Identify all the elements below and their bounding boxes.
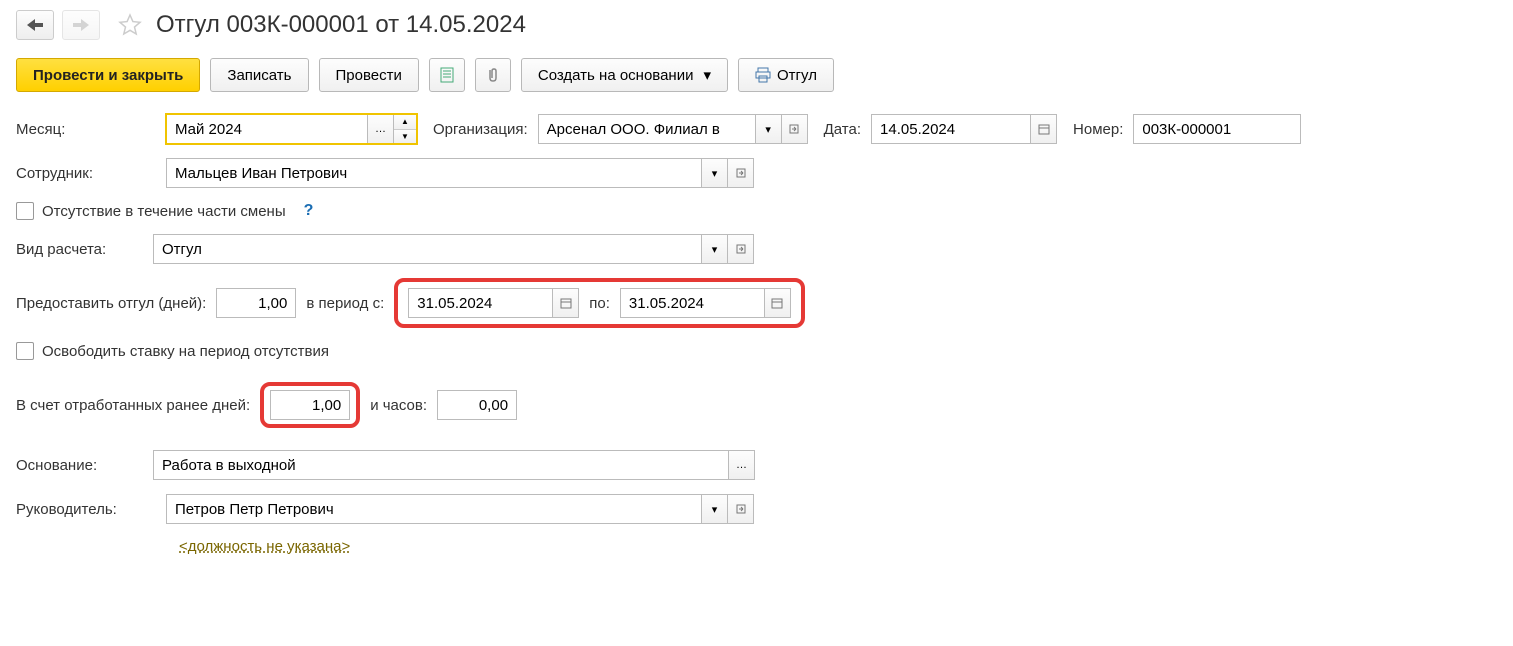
month-up-button[interactable]: ▲	[394, 115, 416, 129]
month-input[interactable]	[166, 114, 368, 144]
paperclip-icon	[485, 67, 501, 83]
open-icon	[789, 124, 799, 134]
period-to-input[interactable]	[620, 288, 765, 318]
post-and-close-button[interactable]: Провести и закрыть	[16, 58, 200, 92]
open-icon	[736, 168, 746, 178]
save-button[interactable]: Записать	[210, 58, 308, 92]
calc-type-dropdown-button[interactable]: ▾	[702, 234, 728, 264]
manager-open-button[interactable]	[728, 494, 754, 524]
movements-button[interactable]	[429, 58, 465, 92]
calendar-icon	[771, 297, 783, 309]
partial-shift-checkbox[interactable]	[16, 202, 34, 220]
basis-input[interactable]	[153, 450, 729, 480]
partial-shift-label: Отсутствие в течение части смены	[42, 203, 286, 220]
month-down-button[interactable]: ▼	[394, 129, 416, 143]
help-icon[interactable]: ?	[304, 202, 314, 220]
document-lines-icon	[439, 67, 455, 83]
employee-dropdown-button[interactable]: ▾	[702, 158, 728, 188]
employee-input[interactable]	[166, 158, 702, 188]
position-missing-link[interactable]: <должность не указана>	[179, 538, 350, 555]
organization-open-button[interactable]	[782, 114, 808, 144]
number-input[interactable]	[1133, 114, 1301, 144]
page-title: Отгул 003К-000001 от 14.05.2024	[156, 11, 526, 39]
and-hours-label: и часов:	[370, 397, 427, 414]
free-rate-label: Освободить ставку на период отсутствия	[42, 343, 329, 360]
manager-label: Руководитель:	[16, 501, 156, 518]
month-label: Месяц:	[16, 121, 156, 138]
manager-dropdown-button[interactable]: ▾	[702, 494, 728, 524]
favorite-star-icon[interactable]	[118, 13, 142, 37]
attachments-button[interactable]	[475, 58, 511, 92]
nav-back-button[interactable]	[16, 10, 54, 40]
calc-type-label: Вид расчета:	[16, 241, 143, 258]
open-icon	[736, 244, 746, 254]
prev-days-input[interactable]	[270, 390, 350, 420]
basis-choose-button[interactable]: …	[729, 450, 755, 480]
organization-label: Организация:	[433, 121, 528, 138]
period-to-label: по:	[589, 295, 610, 312]
number-label: Номер:	[1073, 121, 1123, 138]
date-label: Дата:	[824, 121, 861, 138]
free-rate-checkbox[interactable]	[16, 342, 34, 360]
prev-hours-input[interactable]	[437, 390, 517, 420]
open-icon	[736, 504, 746, 514]
post-button[interactable]: Провести	[319, 58, 419, 92]
create-based-label: Создать на основании	[538, 67, 694, 84]
period-to-calendar-button[interactable]	[765, 288, 791, 318]
chevron-down-icon: ▾	[703, 66, 711, 84]
days-off-label: Предоставить отгул (дней):	[16, 295, 206, 312]
calc-type-input[interactable]	[153, 234, 702, 264]
printer-icon	[755, 67, 771, 83]
print-button[interactable]: Отгул	[738, 58, 834, 92]
calendar-icon	[1038, 123, 1050, 135]
basis-label: Основание:	[16, 457, 143, 474]
period-from-calendar-button[interactable]	[553, 288, 579, 318]
arrow-left-icon	[27, 19, 43, 31]
period-from-label: в период с:	[306, 295, 384, 312]
month-choose-button[interactable]: …	[368, 114, 394, 144]
nav-forward-button	[62, 10, 100, 40]
prev-days-label: В счет отработанных ранее дней:	[16, 397, 250, 414]
create-based-on-button[interactable]: Создать на основании ▾	[521, 58, 728, 92]
print-label: Отгул	[777, 67, 817, 84]
calc-type-open-button[interactable]	[728, 234, 754, 264]
employee-label: Сотрудник:	[16, 165, 156, 182]
date-input[interactable]	[871, 114, 1031, 144]
organization-input[interactable]	[538, 114, 756, 144]
calendar-icon	[560, 297, 572, 309]
date-calendar-button[interactable]	[1031, 114, 1057, 144]
arrow-right-icon	[73, 19, 89, 31]
employee-open-button[interactable]	[728, 158, 754, 188]
organization-dropdown-button[interactable]: ▾	[756, 114, 782, 144]
manager-input[interactable]	[166, 494, 702, 524]
days-off-input[interactable]	[216, 288, 296, 318]
period-from-input[interactable]	[408, 288, 553, 318]
